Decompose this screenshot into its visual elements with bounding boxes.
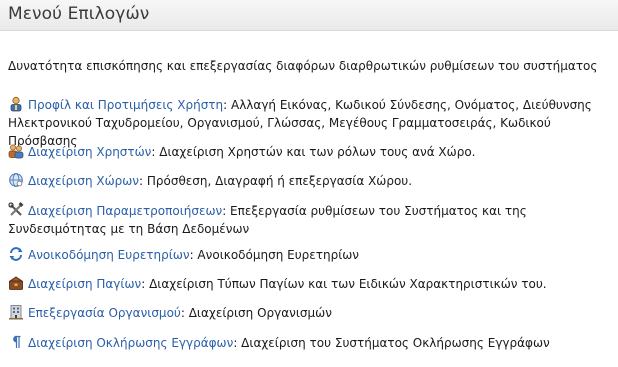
menu-item-document-completion: Διαχείριση Οκλήρωσης Εγγράφων: Διαχείρισ… (8, 334, 613, 352)
spaces-icon (8, 172, 24, 188)
spaces-link[interactable]: Διαχείριση Χώρων (28, 174, 139, 188)
rebuild-indexes-description: : Ανοικοδόμηση Ευρετηρίων (189, 248, 360, 262)
organization-description: : Διαχείριση Οργανισμών (180, 306, 332, 320)
parameters-link[interactable]: Διαχείριση Παραμετροποιήσεων (28, 204, 222, 218)
menu-item-assets: Διαχείριση Παγίων: Διαχείριση Τύπων Παγί… (8, 275, 613, 293)
assets-description: : Διαχείριση Τύπων Παγίων και των Ειδικώ… (141, 277, 547, 291)
users-icon (8, 143, 24, 159)
user-preferences-icon (8, 96, 24, 112)
assets-icon (8, 275, 24, 291)
intro-text: Δυνατότητα επισκόπησης και επεξεργασίας … (8, 59, 598, 73)
menu-item-parameters: Διαχείριση Παραμετροποιήσεων: Επεξεργασί… (8, 202, 613, 238)
tools-icon (8, 202, 24, 218)
menu-item-rebuild-indexes: Ανοικοδόμηση Ευρετηρίων: Ανοικοδόμηση Ευ… (8, 246, 613, 264)
menu-item-profile: Προφίλ και Προτιμήσεις Χρήστη: Αλλαγή Ει… (8, 96, 613, 150)
organization-icon (8, 304, 24, 320)
users-description: : Διαχείριση Χρηστών και των ρόλων τους … (151, 145, 476, 159)
document-completion-description: : Διαχείριση του Συστήματος Οκλήρωσης Εγ… (233, 336, 550, 350)
users-link[interactable]: Διαχείριση Χρηστών (28, 145, 151, 159)
profile-link[interactable]: Προφίλ και Προτιμήσεις Χρήστη (28, 98, 223, 112)
page-header: Μενού Επιλογών (0, 0, 618, 31)
menu-item-users: Διαχείριση Χρηστών: Διαχείριση Χρηστών κ… (8, 143, 613, 161)
menu-item-organization: Επεξεργασία Οργανισμού: Διαχείριση Οργαν… (8, 304, 613, 322)
paragraph-icon (8, 334, 24, 350)
rebuild-indexes-link[interactable]: Ανοικοδόμηση Ευρετηρίων (28, 248, 190, 262)
menu-item-spaces: Διαχείριση Χώρων: Πρόσθεση, Διαγραφή ή ε… (8, 172, 613, 190)
rebuild-index-icon (8, 246, 24, 262)
document-completion-link[interactable]: Διαχείριση Οκλήρωσης Εγγράφων (28, 336, 233, 350)
spaces-description: : Πρόσθεση, Διαγραφή ή επεξεργασία Χώρου… (139, 174, 413, 188)
page-title: Μενού Επιλογών (8, 4, 150, 24)
organization-link[interactable]: Επεξεργασία Οργανισμού (28, 306, 181, 320)
assets-link[interactable]: Διαχείριση Παγίων (28, 277, 141, 291)
